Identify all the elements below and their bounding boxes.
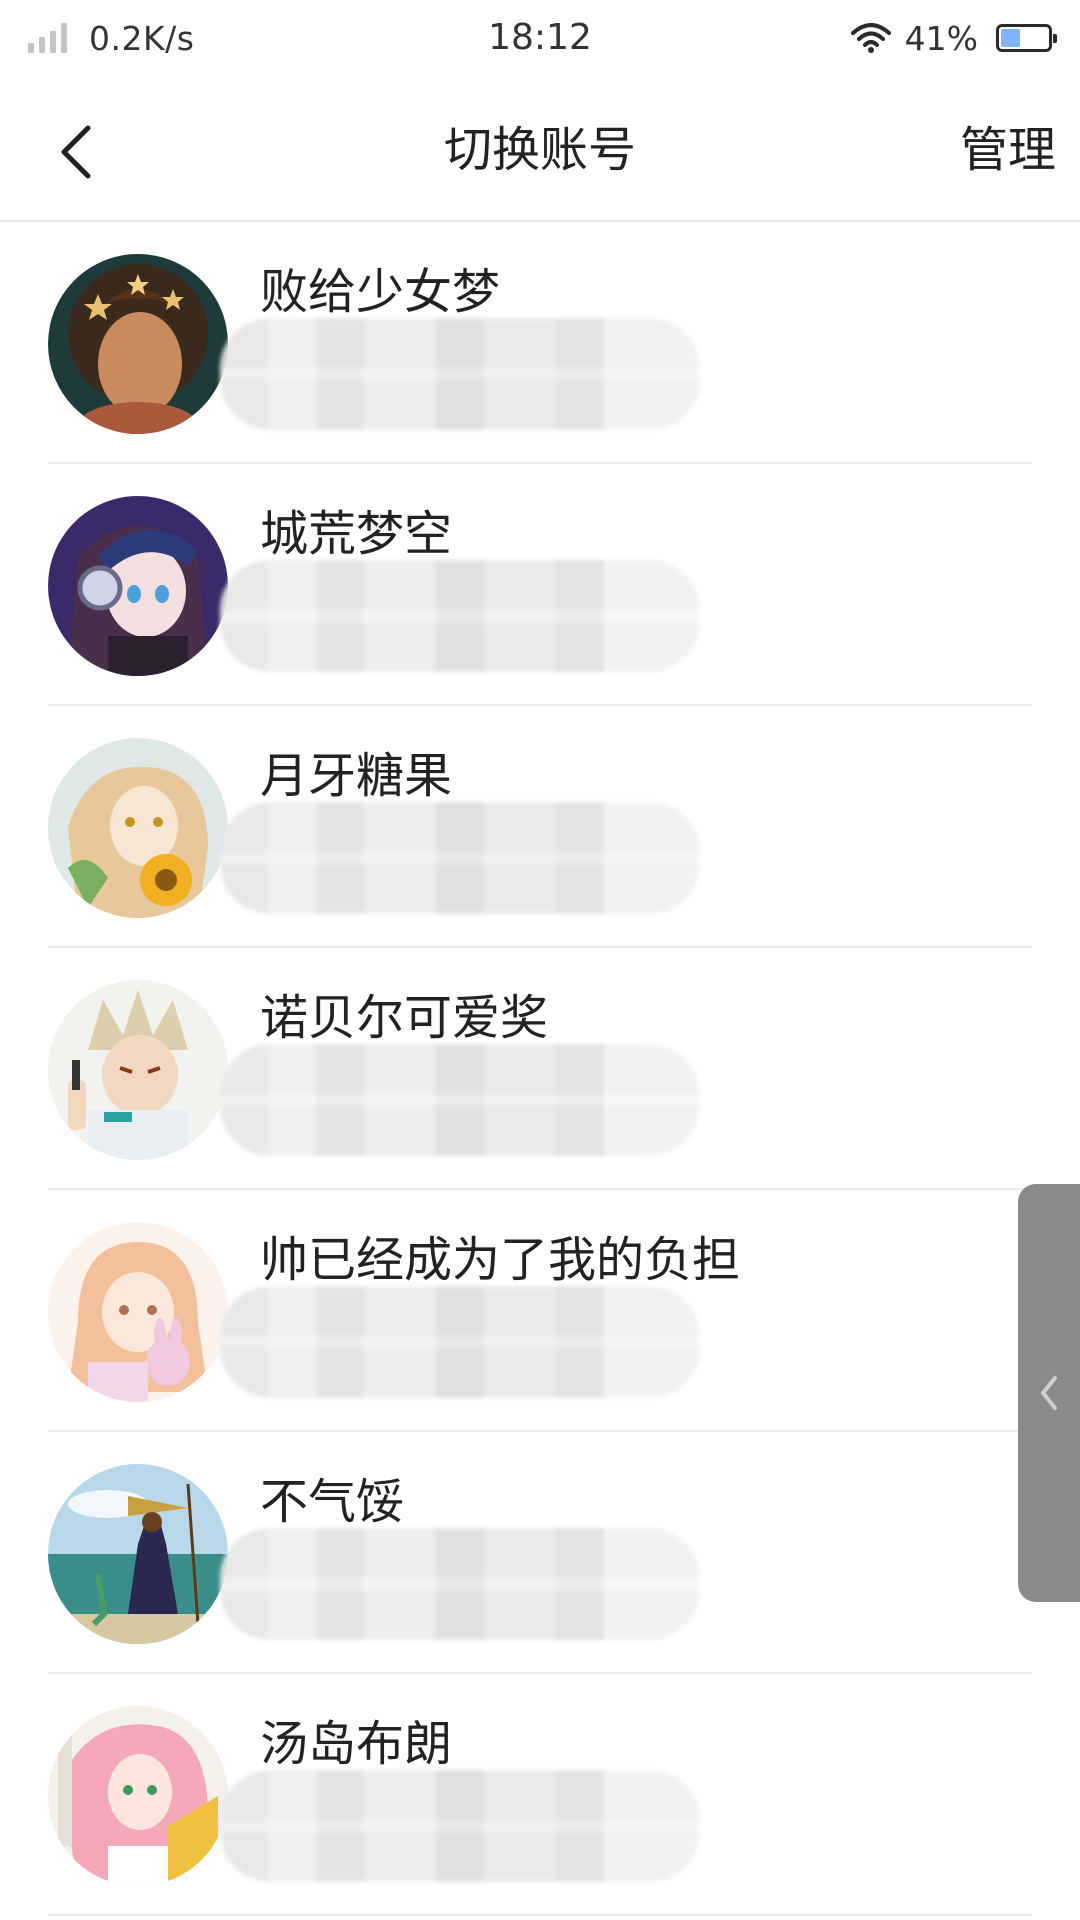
account-item[interactable]: 城荒梦空 [0, 464, 1080, 706]
account-name: 败给少女梦 [260, 264, 501, 320]
account-id-redacted [220, 318, 700, 430]
avatar-pastel-girl [48, 1222, 228, 1402]
avatar-pink-hair-girl [48, 1706, 228, 1886]
account-id-redacted [220, 560, 700, 672]
account-name: 诺贝尔可爱奖 [260, 990, 549, 1046]
status-bar: 0.2K/s 18:12 41% [0, 0, 1080, 80]
wifi-icon [850, 23, 891, 53]
account-item[interactable]: 诺贝尔可爱奖 [0, 948, 1080, 1190]
avatar-anime-headphones [48, 496, 228, 676]
status-right: 41% [850, 14, 1057, 62]
battery-icon [996, 24, 1057, 52]
avatar-starry-girl [48, 254, 228, 434]
account-item[interactable]: 败给少女梦 [0, 222, 1080, 464]
side-handle[interactable] [1018, 1184, 1080, 1602]
account-name: 城荒梦空 [260, 506, 453, 562]
account-id-redacted [220, 1286, 700, 1398]
account-name: 月牙糖果 [260, 748, 453, 804]
account-id-redacted [220, 802, 700, 914]
avatar-anime-boy [48, 980, 228, 1160]
account-name: 汤岛布朗 [260, 1716, 453, 1772]
account-id-redacted [220, 1044, 700, 1156]
account-item[interactable]: 月牙糖果 [0, 706, 1080, 948]
account-id-redacted [220, 1770, 700, 1882]
account-item[interactable]: 汤岛布朗 [0, 1674, 1080, 1916]
avatar-beach-scene [48, 1464, 228, 1644]
battery-percent: 41% [904, 18, 978, 58]
account-list: 败给少女梦 城荒梦空 月牙糖果 诺贝尔可爱奖 帅已经成为了我的负担 不气馁 汤岛… [0, 222, 1080, 1916]
divider [48, 1914, 1032, 1916]
account-name: 帅已经成为了我的负担 [260, 1232, 741, 1288]
manage-button[interactable]: 管理 [960, 80, 1056, 220]
account-item[interactable]: 不气馁 [0, 1432, 1080, 1674]
page-title: 切换账号 [443, 122, 636, 178]
account-id-redacted [220, 1528, 700, 1640]
avatar-sunflower-girl [48, 738, 228, 918]
account-name: 不气馁 [260, 1474, 405, 1530]
header: 切换账号 管理 [0, 80, 1080, 222]
account-item[interactable]: 帅已经成为了我的负担 [0, 1190, 1080, 1432]
battery-fill [1001, 29, 1020, 47]
chevron-left-icon [1041, 1376, 1057, 1410]
